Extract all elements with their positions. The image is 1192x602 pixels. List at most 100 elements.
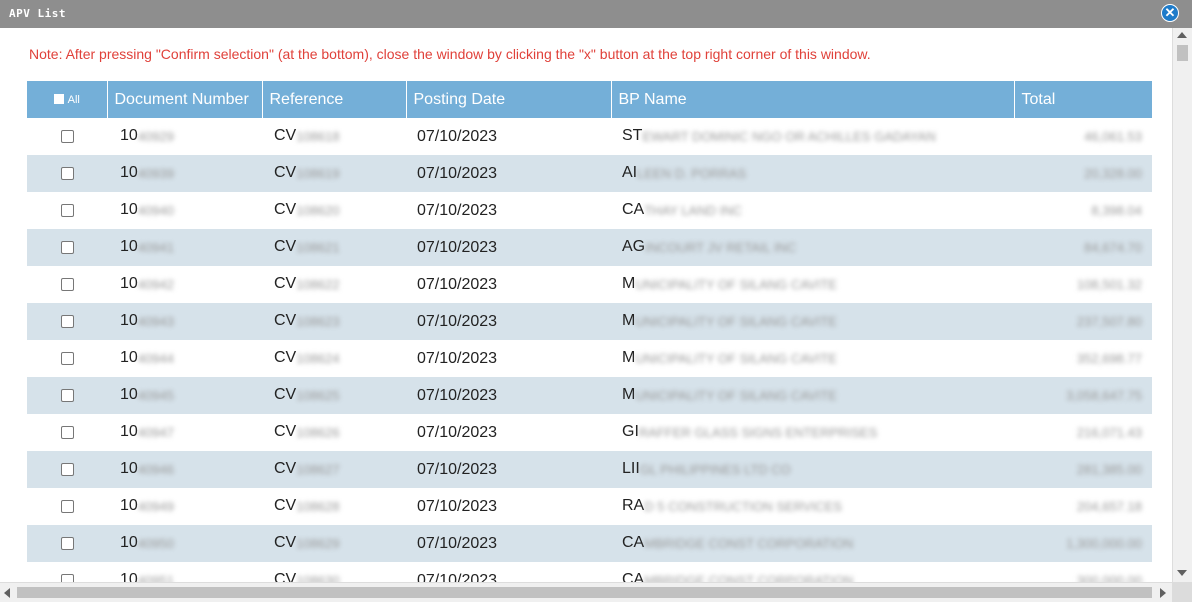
reference-redacted: 108619 [296, 165, 340, 181]
reference-redacted: 108624 [296, 350, 340, 366]
total-cell: 216,071.43 [1014, 414, 1152, 451]
vertical-scrollbar[interactable] [1172, 28, 1192, 582]
bp-name-prefix: M [622, 312, 636, 330]
row-checkbox[interactable] [60, 166, 74, 180]
bp-name-prefix: GI [622, 423, 639, 441]
total-redacted: 3,058,647.75 [1066, 387, 1142, 403]
posting-date-cell: 07/10/2023 [406, 377, 611, 414]
row-select-cell[interactable] [27, 414, 107, 451]
bp-name-cell: AGINCOURT JV RETAIL INC [611, 229, 1014, 266]
document-number-prefix: 10 [120, 164, 138, 182]
row-checkbox[interactable] [60, 240, 74, 254]
document-number-redacted: 40939 [137, 165, 174, 181]
row-select-cell[interactable] [27, 451, 107, 488]
table-row[interactable]: 1040939 CV108619 07/10/2023 AILEEN D. PORRA… [27, 155, 1152, 192]
bp-name-prefix: M [622, 349, 636, 367]
row-checkbox[interactable] [60, 462, 74, 476]
bp-name-redacted: UNICIPALITY OF SILANG CAVITE [635, 350, 837, 366]
bp-name-redacted: EWART DOMINIC NGO OR ACHILLES GADAYAN [642, 128, 936, 144]
col-document-number[interactable]: Document Number [106, 81, 262, 118]
scroll-down-arrow-icon[interactable] [1177, 570, 1187, 576]
scroll-right-arrow-icon[interactable] [1160, 588, 1166, 598]
row-select-cell[interactable] [27, 303, 107, 340]
row-checkbox[interactable] [60, 388, 74, 402]
reference-cell: CV108621 [262, 229, 406, 266]
table-row[interactable]: 1040941 CV108621 07/10/2023 AGINCOURT JV RE… [27, 229, 1152, 266]
document-number-cell: 1040950 [107, 525, 262, 562]
row-select-cell[interactable] [27, 229, 107, 266]
document-number-cell: 1040945 [107, 377, 262, 414]
table-row[interactable]: 1040949 CV108628 07/10/2023 RAD 5 CONSTRUCT… [27, 488, 1152, 525]
posting-date-cell: 07/10/2023 [417, 571, 498, 583]
col-reference[interactable]: Reference [261, 81, 406, 118]
horizontal-scrollbar[interactable] [0, 582, 1172, 602]
bp-name-cell: MUNICIPALITY OF SILANG CAVITE [611, 303, 1014, 340]
posting-date-cell: 07/10/2023 [417, 201, 498, 219]
row-checkbox[interactable] [60, 425, 74, 439]
total-cell: 46,061.53 [1014, 118, 1152, 155]
row-checkbox[interactable] [60, 203, 74, 217]
row-select-cell[interactable] [27, 562, 107, 582]
table-row[interactable]: 1040946 CV108627 07/10/2023 LIIGL PHILIPPIN… [27, 451, 1152, 488]
document-number-redacted: 40942 [137, 276, 174, 292]
reference-cell: CV108627 [262, 451, 406, 488]
document-number-cell: 1040946 [107, 451, 262, 488]
reference-redacted: 108628 [296, 498, 340, 514]
document-number-cell: 1040943 [107, 303, 262, 340]
row-checkbox[interactable] [60, 314, 74, 328]
row-select-cell[interactable] [27, 192, 107, 229]
row-select-cell[interactable] [27, 266, 107, 303]
vertical-scroll-thumb[interactable] [1177, 45, 1188, 61]
col-total[interactable]: Total [1013, 81, 1152, 118]
document-number-prefix: 10 [120, 349, 138, 367]
table-row[interactable]: 1040945 CV108625 07/10/2023 MUNICIPALITY OF… [27, 377, 1152, 414]
row-checkbox[interactable] [60, 499, 74, 513]
table-row[interactable]: 1040950 CV108629 07/10/2023 CAMBRIDGE CONST… [27, 525, 1152, 562]
row-select-cell[interactable] [27, 118, 107, 155]
row-checkbox[interactable] [60, 536, 74, 550]
table-row[interactable]: 1040929 CV108618 07/10/2023 STEWART DOMINIC… [27, 118, 1152, 155]
reference-cell: CV108622 [262, 266, 406, 303]
bp-name-redacted: MBRIDGE CONST CORPORATION [644, 535, 854, 551]
dialog-content: Note: After pressing "Confirm selection"… [0, 28, 1172, 582]
document-number-redacted: 40947 [137, 424, 174, 440]
table-row[interactable]: 1040942 CV108622 07/10/2023 MUNICIPALITY OF… [27, 266, 1152, 303]
row-checkbox[interactable] [60, 351, 74, 365]
table-row[interactable]: 1040943 CV108623 07/10/2023 MUNICIPALITY OF… [27, 303, 1152, 340]
row-select-cell[interactable] [27, 525, 107, 562]
bp-name-prefix: AI [622, 164, 638, 182]
reference-prefix: CV [274, 201, 297, 219]
row-select-cell[interactable] [27, 340, 107, 377]
row-select-cell[interactable] [27, 377, 107, 414]
bp-name-cell: RAD 5 CONSTRUCTION SERVICES [611, 488, 1014, 525]
scroll-up-arrow-icon[interactable] [1177, 32, 1187, 38]
bp-name-redacted: LEEN D. PORRAS [637, 165, 747, 181]
select-all-checkbox[interactable] [53, 94, 64, 105]
col-posting-date[interactable]: Posting Date [405, 81, 611, 118]
bp-name-redacted: MBRIDGE CONST CORPORATION [644, 572, 854, 582]
close-button[interactable]: ✕ [1161, 4, 1179, 22]
bp-name-prefix: LII [622, 460, 640, 478]
col-bp-name[interactable]: BP Name [610, 81, 1014, 118]
row-checkbox[interactable] [60, 277, 74, 291]
reference-redacted: 108629 [296, 535, 340, 551]
row-select-cell[interactable] [27, 488, 107, 525]
row-checkbox[interactable] [60, 573, 74, 582]
dialog-titlebar: APV List ✕ [0, 0, 1192, 28]
table-row[interactable]: 1040947 CV108626 07/10/2023 GIRAFFER GLASS … [27, 414, 1152, 451]
table-row[interactable]: 1040940 CV108620 07/10/2023 CATHAY LAND INC… [27, 192, 1152, 229]
total-cell: 1,300,000.00 [1014, 525, 1152, 562]
bp-name-cell: CATHAY LAND INC [611, 192, 1014, 229]
scroll-left-arrow-icon[interactable] [4, 588, 10, 598]
reference-cell: CV108620 [262, 192, 406, 229]
row-select-cell[interactable] [27, 155, 107, 192]
row-checkbox[interactable] [60, 129, 74, 143]
table-row[interactable]: 1040951 CV108630 07/10/2023 CAMBRIDGE CONST… [27, 562, 1152, 582]
select-all-header[interactable]: All [27, 81, 107, 118]
table-row[interactable]: 1040944 CV108624 07/10/2023 MUNICIPALITY OF… [27, 340, 1152, 377]
horizontal-scroll-thumb[interactable] [17, 587, 1152, 598]
reference-cell: CV108628 [262, 488, 406, 525]
document-number-prefix: 10 [120, 201, 138, 219]
document-number-prefix: 10 [120, 275, 138, 293]
document-number-cell: 1040929 [107, 118, 262, 155]
